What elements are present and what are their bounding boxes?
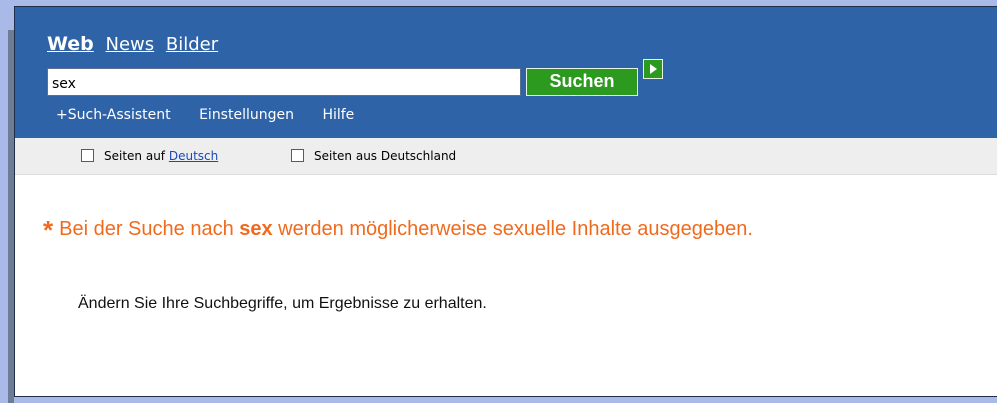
tab-news[interactable]: News — [106, 34, 155, 55]
notice-suffix: werden möglicherweise sexuelle Inhalte a… — [272, 218, 753, 240]
adult-content-notice: * Bei der Suche nach sex werden möglicher… — [43, 215, 753, 246]
advanced-arrow-button[interactable] — [643, 59, 663, 79]
search-button[interactable]: Suchen — [526, 68, 638, 96]
help-link[interactable]: Hilfe — [322, 107, 354, 123]
notice-prefix: Bei der Suche nach — [59, 218, 240, 240]
tab-web[interactable]: Web — [47, 33, 94, 55]
settings-link[interactable]: Einstellungen — [199, 107, 294, 123]
germany-pages-checkbox[interactable] — [291, 149, 304, 162]
germany-pages-label: Seiten aus Deutschland — [314, 149, 457, 163]
german-pages-label: Seiten auf — [104, 149, 169, 163]
search-page-frame: Web News Bilder Suchen +Such-Assistent E… — [14, 6, 997, 397]
search-input[interactable] — [47, 68, 521, 96]
deutsch-link[interactable]: Deutsch — [169, 149, 218, 163]
search-subnav: +Such-Assistent Einstellungen Hilfe — [56, 107, 378, 123]
notice-search-term: sex — [239, 218, 273, 240]
filter-germany-pages[interactable]: Seiten aus Deutschland — [291, 148, 456, 164]
change-search-hint: Ändern Sie Ihre Suchbegriffe, um Ergebni… — [78, 295, 487, 312]
asterisk-icon: * — [43, 215, 54, 245]
search-assistant-link[interactable]: +Such-Assistent — [56, 107, 171, 123]
search-tabs: Web News Bilder — [47, 33, 224, 63]
language-filter-bar: Seiten auf Deutsch Seiten aus Deutschlan… — [15, 138, 997, 175]
filter-german-pages[interactable]: Seiten auf Deutsch — [81, 148, 218, 164]
search-header: Web News Bilder Suchen +Such-Assistent E… — [15, 7, 997, 138]
german-pages-checkbox[interactable] — [81, 149, 94, 162]
tab-bilder[interactable]: Bilder — [166, 34, 218, 55]
